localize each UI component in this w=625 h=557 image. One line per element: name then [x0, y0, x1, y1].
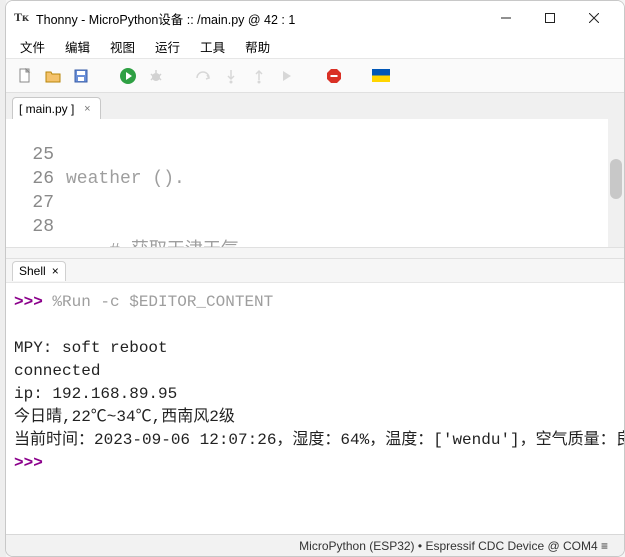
tab-close-button[interactable]: ×	[80, 102, 94, 116]
gutter-line	[6, 119, 54, 143]
editor-scrollbar[interactable]	[608, 119, 624, 247]
tab-main-py[interactable]: [ main.py ] ×	[12, 97, 101, 119]
gutter-line: 27	[6, 191, 54, 215]
splitter[interactable]	[6, 247, 624, 259]
debug-icon	[148, 68, 164, 84]
gutter-line: 25	[6, 143, 54, 167]
menu-run[interactable]: 运行	[145, 35, 190, 58]
shell-tab[interactable]: Shell ×	[12, 261, 66, 281]
close-button[interactable]	[572, 3, 616, 33]
toolbar	[6, 59, 624, 93]
step-into-button[interactable]	[220, 65, 242, 87]
debug-button[interactable]	[145, 65, 167, 87]
shell-line: 当前时间：2023-09-06 12:07:26，湿度：64%，温度：['wen…	[14, 431, 624, 449]
run-button[interactable]	[117, 65, 139, 87]
minimize-icon	[501, 13, 511, 23]
shell-line: MPY: soft reboot	[14, 339, 168, 357]
run-icon	[119, 67, 137, 85]
stop-icon	[325, 67, 343, 85]
stop-button[interactable]	[323, 65, 345, 87]
new-file-button[interactable]	[14, 65, 36, 87]
status-interpreter[interactable]: MicroPython (ESP32) • Espressif CDC Devi…	[293, 539, 614, 553]
open-file-button[interactable]	[42, 65, 64, 87]
code-line: weather ().	[66, 167, 624, 191]
app-window: Tᴋ Thonny - MicroPython设备 :: /main.py @ …	[5, 0, 625, 557]
maximize-button[interactable]	[528, 3, 572, 33]
line-gutter: 25 26 27 28	[6, 119, 66, 247]
shell-line: 今日晴,22℃~34℃,西南风2级	[14, 408, 235, 426]
menu-view[interactable]: 视图	[100, 35, 145, 58]
window-title: Thonny - MicroPython设备 :: /main.py @ 42 …	[36, 9, 295, 28]
shell-prompt: >>>	[14, 293, 52, 311]
shell-content[interactable]: >>> %Run -c $EDITOR_CONTENT MPY: soft re…	[6, 283, 624, 483]
gutter-line: 26	[6, 167, 54, 191]
menu-tools[interactable]: 工具	[190, 35, 235, 58]
open-file-icon	[45, 68, 61, 84]
status-bar: MicroPython (ESP32) • Espressif CDC Devi…	[6, 534, 624, 556]
app-icon: Tᴋ	[14, 10, 30, 26]
new-file-icon	[17, 68, 33, 84]
code-area[interactable]: weather (). # 获取天津天气 url = "http://t.wea…	[66, 119, 624, 247]
chevron-icon: ≡	[598, 539, 608, 553]
ukraine-flag-icon	[372, 69, 390, 82]
gutter-line: 28	[6, 215, 54, 239]
minimize-button[interactable]	[484, 3, 528, 33]
tab-label: [ main.py ]	[19, 102, 74, 116]
step-into-icon	[223, 68, 239, 84]
support-ukraine-button[interactable]	[370, 65, 392, 87]
menu-edit[interactable]: 编辑	[55, 35, 100, 58]
shell-line: ip: 192.168.89.95	[14, 385, 177, 403]
code-line: # 获取天津天气	[66, 239, 624, 247]
shell-pane[interactable]: >>> %Run -c $EDITOR_CONTENT MPY: soft re…	[6, 283, 624, 534]
close-icon	[589, 13, 599, 23]
scrollbar-thumb[interactable]	[610, 159, 622, 199]
editor-tabs: [ main.py ] ×	[6, 93, 624, 119]
resume-button[interactable]	[276, 65, 298, 87]
shell-tab-close-button[interactable]: ×	[52, 264, 59, 278]
maximize-icon	[545, 13, 555, 23]
step-over-icon	[195, 68, 211, 84]
step-out-icon	[251, 68, 267, 84]
shell-prompt: >>>	[14, 454, 52, 472]
shell-command: %Run -c $EDITOR_CONTENT	[52, 293, 273, 311]
save-button[interactable]	[70, 65, 92, 87]
menubar: 文件 编辑 视图 运行 工具 帮助	[6, 35, 624, 59]
menu-help[interactable]: 帮助	[235, 35, 280, 58]
resume-icon	[279, 68, 295, 84]
step-over-button[interactable]	[192, 65, 214, 87]
save-icon	[73, 68, 89, 84]
shell-header: Shell ×	[6, 259, 624, 283]
step-out-button[interactable]	[248, 65, 270, 87]
menu-file[interactable]: 文件	[10, 35, 55, 58]
shell-tab-label: Shell	[19, 264, 46, 278]
editor-pane[interactable]: 25 26 27 28 weather (). # 获取天津天气 url = "…	[6, 119, 624, 247]
titlebar: Tᴋ Thonny - MicroPython设备 :: /main.py @ …	[6, 1, 624, 35]
shell-line: connected	[14, 362, 100, 380]
